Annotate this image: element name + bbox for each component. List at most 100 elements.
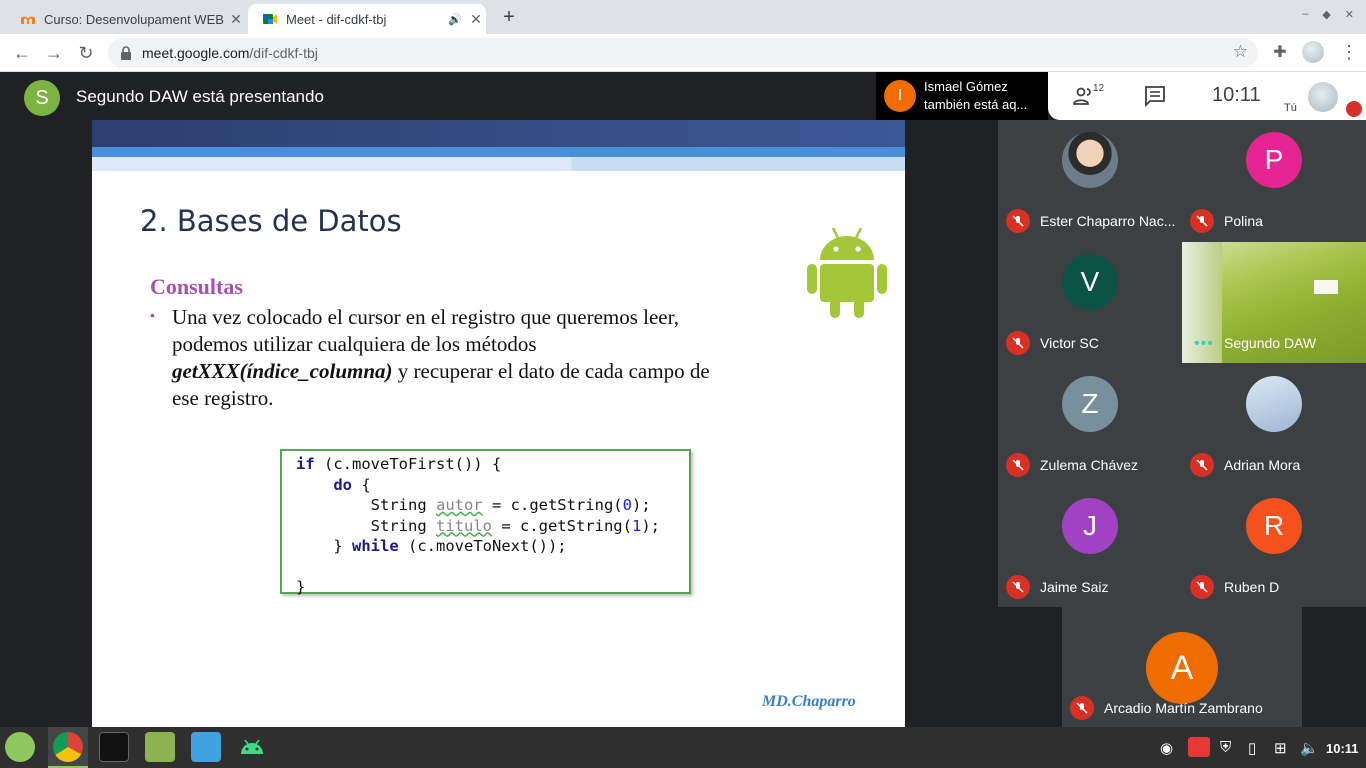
participant-avatar: A — [1146, 632, 1218, 704]
participant-tile[interactable]: R Ruben D — [1182, 486, 1366, 607]
participant-avatar: J — [1062, 498, 1118, 554]
self-label: Tú — [1284, 102, 1297, 114]
url-text: meet.google.com/dif-cdkf-tbj — [142, 45, 318, 61]
mint-menu-icon[interactable] — [5, 732, 35, 762]
participant-tile[interactable]: J Jaime Saiz — [998, 486, 1182, 607]
extensions-puzzle-icon[interactable]: ✚ — [1271, 42, 1289, 61]
close-tab-icon[interactable]: ✕ — [226, 11, 246, 28]
code-snippet: if (c.moveToFirst()) { do { String autor… — [280, 449, 691, 596]
shield-icon[interactable]: ⛨ — [1220, 739, 1231, 756]
browser-tab-bar: Curso: Desenvolupament WEB ✕ Meet - dif-… — [0, 0, 1366, 34]
body-line: getXXX(índice_columna) y recuperar el da… — [172, 359, 710, 383]
participant-avatar: R — [1246, 498, 1302, 554]
address-bar[interactable]: meet.google.com/dif-cdkf-tbj ☆ — [108, 38, 1258, 68]
close-tab-icon[interactable]: ✕ — [466, 11, 486, 28]
presenting-label: Segundo DAW está presentando — [76, 87, 324, 106]
tab-title: Curso: Desenvolupament WEB — [44, 11, 224, 27]
meet-icon — [263, 14, 277, 24]
mic-off-icon — [1006, 453, 1030, 477]
mic-off-icon — [1006, 575, 1030, 599]
video-ceiling-light — [1314, 280, 1338, 294]
participant-tile[interactable]: V Victor SC — [998, 242, 1182, 363]
participant-name: Ruben D — [1224, 579, 1280, 595]
participant-tile[interactable]: Ester Chaparro Nac... — [998, 120, 1182, 241]
meet-top-controls: 12 10:11 Tú — [1048, 72, 1366, 120]
anydesk-icon[interactable] — [1188, 737, 1210, 757]
chat-icon[interactable] — [1144, 85, 1166, 107]
body-line: Una vez colocado el cursor en el registr… — [172, 305, 680, 329]
chrome-icon[interactable] — [53, 732, 83, 762]
participant-name: Zulema Chávez — [1040, 457, 1139, 473]
back-icon[interactable]: ← — [10, 41, 34, 65]
participant-avatar: V — [1062, 254, 1118, 310]
participant-avatar: Z — [1062, 376, 1118, 432]
terminal-icon[interactable] — [99, 732, 129, 762]
browser-toolbar: ← → ↻ meet.google.com/dif-cdkf-tbj ☆ — [0, 34, 1366, 72]
forward-icon[interactable]: → — [42, 41, 66, 65]
mic-off-icon — [1346, 101, 1362, 117]
slide-body-text: Una vez colocado el cursor en el registr… — [172, 304, 872, 412]
join-notification: I Ismael Gómez también está aq... — [876, 72, 1048, 120]
new-tab-button[interactable]: + — [498, 6, 520, 28]
system-clock: 10:11 — [1326, 741, 1359, 756]
participant-tile[interactable]: A Arcadio Martín Zambrano — [1062, 607, 1302, 727]
files-icon[interactable] — [145, 732, 175, 762]
bullet-marker: • — [150, 307, 155, 323]
mic-off-icon — [1190, 209, 1214, 233]
participant-tile[interactable]: P Polina — [1182, 120, 1366, 241]
participant-name: Jaime Saiz — [1040, 579, 1109, 595]
tab-title: Meet - dif-cdkf-tbj — [286, 11, 387, 27]
reload-icon[interactable]: ↻ — [74, 41, 98, 65]
mic-off-icon — [1006, 331, 1030, 355]
kebab-menu-icon[interactable]: ⋮ — [1340, 42, 1358, 63]
rss-reader-icon[interactable] — [191, 732, 221, 762]
slide-title: 2. Bases de Datos — [140, 204, 402, 238]
participant-tile[interactable]: Adrian Mora — [1182, 364, 1366, 485]
body-line: podemos utilizar cualquiera de los métod… — [172, 332, 537, 356]
slide-footer: MD.Chaparro — [762, 693, 856, 710]
presentation-slide: 2. Bases de Datos Consultas • Una vez co… — [92, 120, 905, 727]
restore-icon[interactable]: ◆ — [1322, 8, 1330, 21]
network-icon[interactable]: ⊞ — [1274, 739, 1287, 757]
clipboard-icon[interactable]: ▯ — [1248, 739, 1256, 757]
tab-course[interactable]: Curso: Desenvolupament WEB ✕ — [6, 4, 246, 34]
tab-meet[interactable]: Meet - dif-cdkf-tbj 🔊 ✕ — [248, 4, 486, 34]
notification-avatar: I — [884, 80, 916, 112]
bookmark-star-icon[interactable]: ☆ — [1233, 42, 1248, 62]
participant-name: Polina — [1224, 213, 1263, 229]
mic-off-icon — [1190, 453, 1214, 477]
participant-tile[interactable]: Z Zulema Chávez — [998, 364, 1182, 485]
participant-name: Segundo DAW — [1224, 335, 1317, 351]
eye-icon[interactable]: ◉ — [1160, 739, 1173, 757]
profile-avatar[interactable] — [1302, 41, 1324, 63]
participant-photo — [1246, 376, 1302, 432]
participant-video-tile[interactable]: ••• Segundo DAW — [1182, 242, 1366, 363]
android-studio-icon[interactable] — [237, 732, 267, 762]
window-controls: ‒ ◆ ✕ — [1302, 8, 1354, 21]
slide-header-stripe — [92, 147, 905, 157]
close-window-icon[interactable]: ✕ — [1345, 8, 1354, 21]
slide-header-band — [92, 120, 905, 148]
participant-name: Victor SC — [1040, 335, 1099, 351]
meet-area: S Segundo DAW está presentando I Ismael … — [0, 72, 1366, 727]
mic-off-icon — [1190, 575, 1214, 599]
volume-icon[interactable]: 🔈 — [1300, 739, 1319, 757]
moodle-icon — [21, 16, 35, 24]
participant-photo — [1062, 132, 1118, 188]
speaker-icon[interactable]: 🔊 — [448, 13, 466, 26]
participant-name: Ester Chaparro Nac... — [1040, 213, 1176, 229]
participant-avatar: P — [1246, 132, 1302, 188]
participant-name: Adrian Mora — [1224, 457, 1301, 473]
presenter-avatar: S — [24, 80, 60, 116]
minimize-icon[interactable]: ‒ — [1302, 8, 1308, 21]
slide-header-light-band — [92, 157, 905, 171]
participant-name: Arcadio Martín Zambrano — [1104, 700, 1263, 716]
slide-subtitle: Consultas — [150, 274, 243, 299]
notification-text: Ismael Gómez también está aq... — [924, 79, 1028, 112]
os-taskbar: ◉ ⛨ ▯ ⊞ 🔈 10:11 — [0, 727, 1366, 768]
speaking-indicator-icon: ••• — [1194, 335, 1214, 352]
mic-off-icon — [1006, 209, 1030, 233]
self-avatar[interactable] — [1308, 82, 1338, 112]
mic-off-icon — [1070, 696, 1094, 720]
body-line: ese registro. — [172, 386, 274, 410]
